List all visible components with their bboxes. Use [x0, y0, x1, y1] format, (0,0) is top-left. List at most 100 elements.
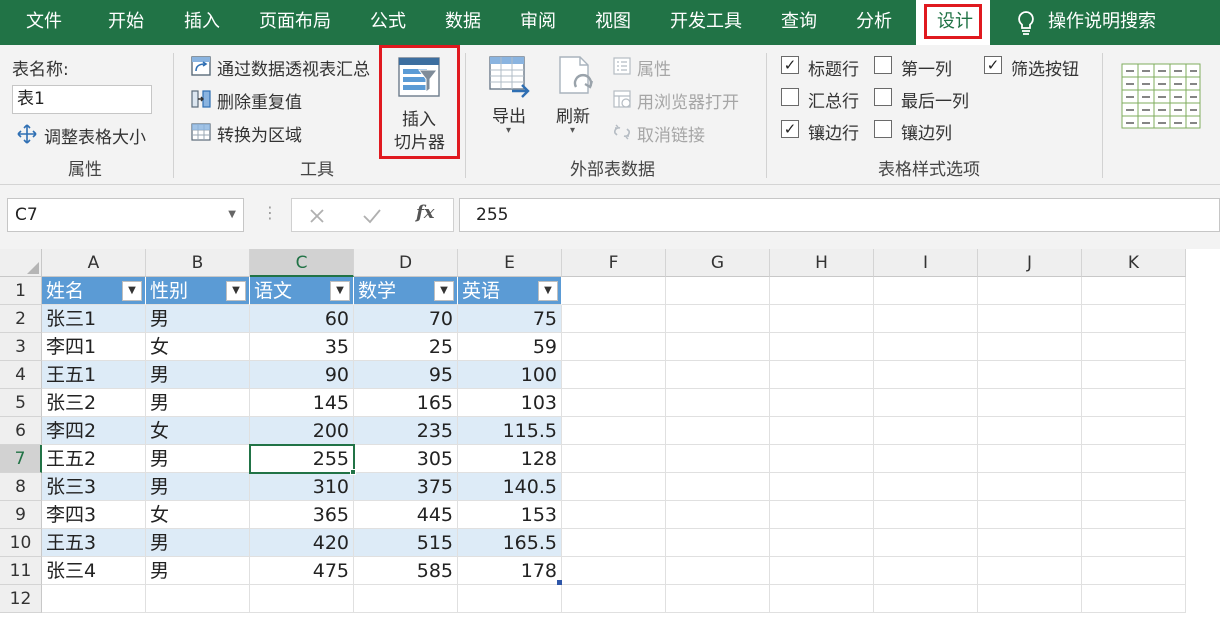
empty-cell[interactable]: [666, 501, 770, 529]
table-cell[interactable]: 60: [250, 305, 354, 333]
filter-dropdown-icon[interactable]: ▼: [434, 281, 454, 301]
empty-cell[interactable]: [1082, 445, 1186, 473]
open-in-browser-button[interactable]: 用浏览器打开: [637, 88, 739, 113]
table-cell[interactable]: 男: [146, 557, 250, 585]
row-header-5[interactable]: 5: [0, 389, 42, 417]
row-header-1[interactable]: 1: [0, 277, 42, 305]
empty-cell[interactable]: [978, 473, 1082, 501]
table-header-cell[interactable]: 英语 ▼: [458, 277, 562, 305]
empty-cell[interactable]: [874, 277, 978, 305]
empty-cell[interactable]: [770, 389, 874, 417]
empty-cell[interactable]: [666, 529, 770, 557]
table-cell[interactable]: 75: [458, 305, 562, 333]
table-cell[interactable]: 128: [458, 445, 562, 473]
empty-cell[interactable]: [770, 445, 874, 473]
table-cell[interactable]: 男: [146, 445, 250, 473]
table-cell[interactable]: 420: [250, 529, 354, 557]
remove-duplicates-button[interactable]: 删除重复值: [217, 88, 302, 113]
first-column-checkbox[interactable]: [874, 56, 892, 74]
table-cell[interactable]: 男: [146, 389, 250, 417]
row-header-3[interactable]: 3: [0, 333, 42, 361]
empty-cell[interactable]: [770, 361, 874, 389]
empty-cell[interactable]: [978, 361, 1082, 389]
table-cell[interactable]: 310: [250, 473, 354, 501]
empty-cell[interactable]: [666, 417, 770, 445]
table-cell[interactable]: 张三3: [42, 473, 146, 501]
empty-cell[interactable]: [562, 557, 666, 585]
empty-cell[interactable]: [666, 585, 770, 613]
empty-cell[interactable]: [874, 333, 978, 361]
empty-cell[interactable]: [562, 417, 666, 445]
empty-cell[interactable]: [978, 557, 1082, 585]
empty-cell[interactable]: [562, 277, 666, 305]
row-header-9[interactable]: 9: [0, 501, 42, 529]
row-header-8[interactable]: 8: [0, 473, 42, 501]
table-cell[interactable]: 35: [250, 333, 354, 361]
properties-button[interactable]: 属性: [637, 55, 671, 80]
empty-cell[interactable]: [770, 501, 874, 529]
empty-cell[interactable]: [562, 361, 666, 389]
table-cell[interactable]: 男: [146, 529, 250, 557]
empty-cell[interactable]: [458, 585, 562, 613]
banded-rows-checkbox[interactable]: ✓: [781, 120, 799, 138]
tab-page-layout[interactable]: 页面布局: [259, 0, 331, 45]
empty-cell[interactable]: [770, 305, 874, 333]
empty-cell[interactable]: [978, 305, 1082, 333]
empty-cell[interactable]: [978, 277, 1082, 305]
banded-columns-checkbox[interactable]: [874, 120, 892, 138]
empty-cell[interactable]: [874, 389, 978, 417]
filter-dropdown-icon[interactable]: ▼: [330, 281, 350, 301]
empty-cell[interactable]: [562, 501, 666, 529]
table-cell[interactable]: 153: [458, 501, 562, 529]
table-header-cell[interactable]: 数学 ▼: [354, 277, 458, 305]
table-cell[interactable]: 李四3: [42, 501, 146, 529]
table-cell[interactable]: 165.5: [458, 529, 562, 557]
empty-cell[interactable]: [562, 389, 666, 417]
empty-cell[interactable]: [978, 333, 1082, 361]
refresh-dropdown-icon[interactable]: ▾: [570, 125, 575, 136]
table-cell[interactable]: 515: [354, 529, 458, 557]
insert-slicer-button[interactable]: 插入 切片器: [379, 45, 460, 159]
table-cell[interactable]: 90: [250, 361, 354, 389]
empty-cell[interactable]: [146, 585, 250, 613]
column-header-d[interactable]: D: [354, 249, 458, 277]
column-header-j[interactable]: J: [978, 249, 1082, 277]
empty-cell[interactable]: [666, 473, 770, 501]
empty-cell[interactable]: [874, 557, 978, 585]
header-row-checkbox[interactable]: ✓: [781, 56, 799, 74]
row-header-11[interactable]: 11: [0, 557, 42, 585]
table-cell[interactable]: 25: [354, 333, 458, 361]
filter-dropdown-icon[interactable]: ▼: [538, 281, 558, 301]
table-resize-handle[interactable]: [557, 580, 562, 585]
table-name-input[interactable]: 表1: [12, 85, 152, 114]
table-cell[interactable]: 165: [354, 389, 458, 417]
tab-view[interactable]: 视图: [595, 0, 631, 45]
table-cell[interactable]: 59: [458, 333, 562, 361]
empty-cell[interactable]: [1082, 361, 1186, 389]
empty-cell[interactable]: [874, 529, 978, 557]
empty-cell[interactable]: [978, 389, 1082, 417]
empty-cell[interactable]: [770, 557, 874, 585]
more-options-icon[interactable]: ⋮: [262, 205, 278, 221]
table-cell[interactable]: 200: [250, 417, 354, 445]
insert-function-icon[interactable]: fx: [416, 202, 434, 223]
empty-cell[interactable]: [1082, 529, 1186, 557]
table-cell[interactable]: 103: [458, 389, 562, 417]
table-header-cell[interactable]: 姓名 ▼: [42, 277, 146, 305]
tab-data[interactable]: 数据: [445, 0, 481, 45]
enter-check-icon[interactable]: [362, 207, 382, 225]
table-cell[interactable]: 张三2: [42, 389, 146, 417]
empty-cell[interactable]: [978, 585, 1082, 613]
tab-file[interactable]: 文件: [26, 0, 62, 45]
filter-button-checkbox[interactable]: ✓: [984, 56, 1002, 74]
column-header-a[interactable]: A: [42, 249, 146, 277]
row-header-12[interactable]: 12: [0, 585, 42, 613]
table-cell[interactable]: 305: [354, 445, 458, 473]
empty-cell[interactable]: [666, 277, 770, 305]
select-all-corner[interactable]: [0, 249, 42, 277]
table-cell[interactable]: 115.5: [458, 417, 562, 445]
export-button[interactable]: 导出: [492, 102, 526, 127]
column-header-k[interactable]: K: [1082, 249, 1186, 277]
empty-cell[interactable]: [770, 585, 874, 613]
table-cell[interactable]: 张三4: [42, 557, 146, 585]
